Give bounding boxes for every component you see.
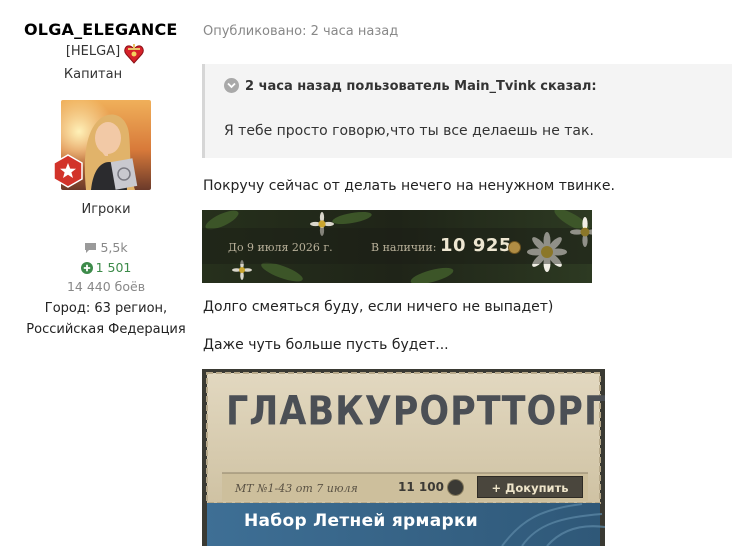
quote-header[interactable]: 2 часа назад пользователь Main_Tvink ска… [224, 78, 597, 94]
shop-banner-price: 11 100 [398, 480, 444, 494]
shop-banner-image: ГЛАВКУРОРТТОРГ МТ №1-43 от 7 июля 11 100… [202, 369, 605, 546]
shop-banner-code: МТ №1-43 от 7 июля [235, 482, 358, 495]
reputation: 1 501 [0, 260, 212, 275]
author-city: Город: 63 регион, Российская Федерация [0, 298, 212, 340]
author-rank: Капитан [63, 67, 123, 82]
post-count: 5,5k [0, 240, 212, 255]
shop-banner-title: ГЛАВКУРОРТТОРГ [226, 389, 605, 435]
star-badge-icon [53, 154, 83, 188]
post-paragraph-3: Даже чуть больше пусть будет... [203, 337, 449, 353]
quote-block: 2 часа назад пользователь Main_Tvink ска… [202, 64, 732, 158]
battles-count: 14 440 боёв [66, 279, 146, 294]
banner-amount: 10 925 [440, 235, 512, 256]
quote-text: Я тебе просто говорю,что ты все делаешь … [224, 123, 594, 139]
post-paragraph-1: Покручу сейчас от делать нечего на ненуж… [203, 178, 615, 194]
plus-circle-icon [80, 262, 93, 274]
city-line-1: Город: 63 регион, [44, 301, 168, 316]
chevron-down-icon[interactable] [224, 78, 239, 93]
coin-icon [447, 479, 464, 496]
author-name[interactable]: OLGA_ELEGANCE [24, 20, 178, 39]
reward-banner-image: До 9 июля 2026 г. В наличии: 10 925 [202, 210, 592, 283]
post-timestamp[interactable]: Опубликовано: 2 часа назад [203, 24, 398, 39]
clan-tag[interactable]: [HELGA] [0, 44, 186, 59]
coin-icon [508, 241, 521, 254]
banner-available-label: В наличии: [371, 241, 437, 254]
post-count-value: 5,5k [100, 240, 128, 255]
post-paragraph-2: Долго смеяться буду, если ничего не выпа… [203, 299, 554, 315]
comment-icon [85, 243, 97, 253]
reputation-value: 1 501 [95, 260, 132, 275]
city-line-2: Российская Федерация [26, 322, 186, 337]
author-group: Игроки [81, 202, 131, 217]
buy-more-button: + Докупить [477, 476, 583, 498]
banner-date: До 9 июля 2026 г. [228, 241, 333, 254]
quote-author-line: 2 часа назад пользователь Main_Tvink ска… [245, 79, 597, 94]
shop-banner-subtitle: Набор Летней ярмарки [244, 511, 479, 531]
